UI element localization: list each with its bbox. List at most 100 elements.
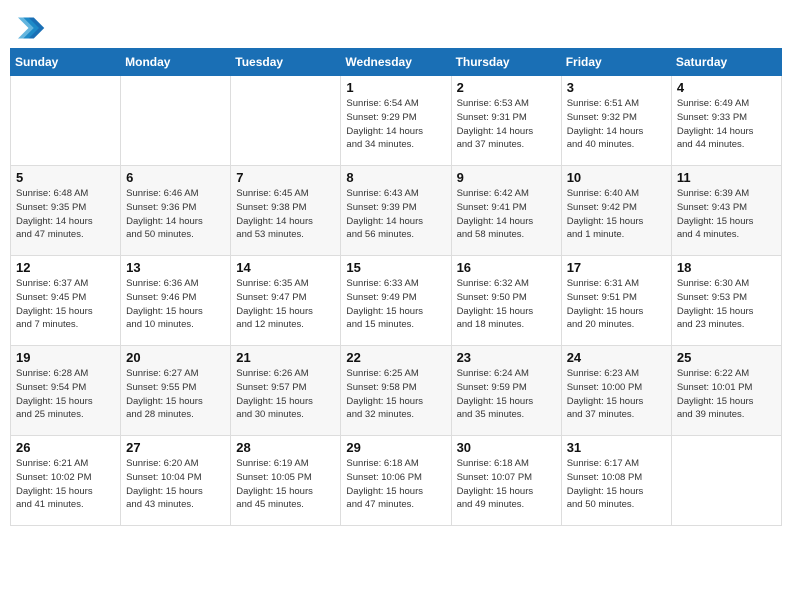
day-cell: 29Sunrise: 6:18 AM Sunset: 10:06 PM Dayl… <box>341 436 451 526</box>
weekday-header-sunday: Sunday <box>11 49 121 76</box>
day-cell: 11 Sunrise: 6:39 AM Sunset: 9:43 PM Dayli… <box>671 166 781 256</box>
day-number: 4 <box>677 80 776 95</box>
day-cell: 8 Sunrise: 6:43 AM Sunset: 9:39 PM Daylig… <box>341 166 451 256</box>
calendar-table: SundayMondayTuesdayWednesdayThursdayFrid… <box>10 48 782 526</box>
day-info: Sunrise: 6:25 AM Sunset: 9:58 PM Dayligh… <box>346 367 445 422</box>
day-cell: 3Sunrise: 6:51 AM Sunset: 9:32 PM Daylig… <box>561 76 671 166</box>
day-info: Sunrise: 6:45 AM Sunset: 9:38 PM Dayligh… <box>236 187 335 242</box>
weekday-header-monday: Monday <box>121 49 231 76</box>
weekday-header-friday: Friday <box>561 49 671 76</box>
day-info: Sunrise: 6:30 AM Sunset: 9:53 PM Dayligh… <box>677 277 776 332</box>
day-cell: 12 Sunrise: 6:37 AM Sunset: 9:45 PM Dayli… <box>11 256 121 346</box>
day-info: Sunrise: 6:40 AM Sunset: 9:42 PM Dayligh… <box>567 187 666 242</box>
day-info: Sunrise: 6:37 AM Sunset: 9:45 PM Dayligh… <box>16 277 115 332</box>
week-row-1: 1Sunrise: 6:54 AM Sunset: 9:29 PM Daylig… <box>11 76 782 166</box>
day-number: 6 <box>126 170 225 185</box>
day-cell: 4Sunrise: 6:49 AM Sunset: 9:33 PM Daylig… <box>671 76 781 166</box>
day-info: Sunrise: 6:36 AM Sunset: 9:46 PM Dayligh… <box>126 277 225 332</box>
logo <box>18 14 50 42</box>
week-row-5: 26 Sunrise: 6:21 AM Sunset: 10:02 PM Dayl… <box>11 436 782 526</box>
day-info: Sunrise: 6:42 AM Sunset: 9:41 PM Dayligh… <box>457 187 556 242</box>
week-row-2: 5Sunrise: 6:48 AM Sunset: 9:35 PM Daylig… <box>11 166 782 256</box>
day-number: 26 <box>16 440 115 455</box>
day-cell: 5Sunrise: 6:48 AM Sunset: 9:35 PM Daylig… <box>11 166 121 256</box>
day-cell: 15 Sunrise: 6:33 AM Sunset: 9:49 PM Dayli… <box>341 256 451 346</box>
day-info: Sunrise: 6:18 AM Sunset: 10:07 PM Daylig… <box>457 457 556 512</box>
day-cell: 21 Sunrise: 6:26 AM Sunset: 9:57 PM Dayli… <box>231 346 341 436</box>
day-info: Sunrise: 6:24 AM Sunset: 9:59 PM Dayligh… <box>457 367 556 422</box>
day-cell <box>231 76 341 166</box>
day-cell <box>671 436 781 526</box>
day-info: Sunrise: 6:35 AM Sunset: 9:47 PM Dayligh… <box>236 277 335 332</box>
page: SundayMondayTuesdayWednesdayThursdayFrid… <box>0 0 792 612</box>
day-cell: 19 Sunrise: 6:28 AM Sunset: 9:54 PM Dayli… <box>11 346 121 436</box>
day-number: 14 <box>236 260 335 275</box>
day-cell: 16 Sunrise: 6:32 AM Sunset: 9:50 PM Dayli… <box>451 256 561 346</box>
day-info: Sunrise: 6:53 AM Sunset: 9:31 PM Dayligh… <box>457 97 556 152</box>
day-number: 23 <box>457 350 556 365</box>
day-cell: 1Sunrise: 6:54 AM Sunset: 9:29 PM Daylig… <box>341 76 451 166</box>
week-row-4: 19 Sunrise: 6:28 AM Sunset: 9:54 PM Dayli… <box>11 346 782 436</box>
day-cell: 13Sunrise: 6:36 AM Sunset: 9:46 PM Dayli… <box>121 256 231 346</box>
day-number: 5 <box>16 170 115 185</box>
weekday-header-thursday: Thursday <box>451 49 561 76</box>
day-cell: 27 Sunrise: 6:20 AM Sunset: 10:04 PM Dayl… <box>121 436 231 526</box>
day-cell: 7 Sunrise: 6:45 AM Sunset: 9:38 PM Daylig… <box>231 166 341 256</box>
weekday-header-tuesday: Tuesday <box>231 49 341 76</box>
day-cell: 14 Sunrise: 6:35 AM Sunset: 9:47 PM Dayli… <box>231 256 341 346</box>
day-number: 9 <box>457 170 556 185</box>
day-number: 8 <box>346 170 445 185</box>
day-number: 3 <box>567 80 666 95</box>
day-cell: 6 Sunrise: 6:46 AM Sunset: 9:36 PM Daylig… <box>121 166 231 256</box>
day-number: 25 <box>677 350 776 365</box>
day-cell: 2 Sunrise: 6:53 AM Sunset: 9:31 PM Daylig… <box>451 76 561 166</box>
day-number: 22 <box>346 350 445 365</box>
day-cell: 24 Sunrise: 6:23 AM Sunset: 10:00 PM Dayl… <box>561 346 671 436</box>
day-cell: 20 Sunrise: 6:27 AM Sunset: 9:55 PM Dayli… <box>121 346 231 436</box>
day-info: Sunrise: 6:33 AM Sunset: 9:49 PM Dayligh… <box>346 277 445 332</box>
day-cell: 9 Sunrise: 6:42 AM Sunset: 9:41 PM Daylig… <box>451 166 561 256</box>
day-number: 27 <box>126 440 225 455</box>
day-cell: 10 Sunrise: 6:40 AM Sunset: 9:42 PM Dayli… <box>561 166 671 256</box>
day-number: 20 <box>126 350 225 365</box>
day-number: 12 <box>16 260 115 275</box>
day-number: 15 <box>346 260 445 275</box>
day-cell: 31Sunrise: 6:17 AM Sunset: 10:08 PM Dayl… <box>561 436 671 526</box>
weekday-header-wednesday: Wednesday <box>341 49 451 76</box>
day-number: 1 <box>346 80 445 95</box>
day-info: Sunrise: 6:26 AM Sunset: 9:57 PM Dayligh… <box>236 367 335 422</box>
weekday-header-saturday: Saturday <box>671 49 781 76</box>
day-cell: 28Sunrise: 6:19 AM Sunset: 10:05 PM Dayl… <box>231 436 341 526</box>
day-info: Sunrise: 6:20 AM Sunset: 10:04 PM Daylig… <box>126 457 225 512</box>
day-number: 10 <box>567 170 666 185</box>
day-number: 19 <box>16 350 115 365</box>
day-number: 2 <box>457 80 556 95</box>
day-number: 16 <box>457 260 556 275</box>
day-info: Sunrise: 6:21 AM Sunset: 10:02 PM Daylig… <box>16 457 115 512</box>
logo-icon <box>18 14 46 42</box>
day-info: Sunrise: 6:27 AM Sunset: 9:55 PM Dayligh… <box>126 367 225 422</box>
day-cell: 30Sunrise: 6:18 AM Sunset: 10:07 PM Dayl… <box>451 436 561 526</box>
header <box>0 0 792 48</box>
day-cell: 25 Sunrise: 6:22 AM Sunset: 10:01 PM Dayl… <box>671 346 781 436</box>
day-info: Sunrise: 6:46 AM Sunset: 9:36 PM Dayligh… <box>126 187 225 242</box>
day-info: Sunrise: 6:23 AM Sunset: 10:00 PM Daylig… <box>567 367 666 422</box>
day-info: Sunrise: 6:43 AM Sunset: 9:39 PM Dayligh… <box>346 187 445 242</box>
day-number: 11 <box>677 170 776 185</box>
day-info: Sunrise: 6:32 AM Sunset: 9:50 PM Dayligh… <box>457 277 556 332</box>
day-info: Sunrise: 6:22 AM Sunset: 10:01 PM Daylig… <box>677 367 776 422</box>
day-number: 24 <box>567 350 666 365</box>
day-info: Sunrise: 6:39 AM Sunset: 9:43 PM Dayligh… <box>677 187 776 242</box>
day-info: Sunrise: 6:18 AM Sunset: 10:06 PM Daylig… <box>346 457 445 512</box>
day-number: 18 <box>677 260 776 275</box>
day-number: 7 <box>236 170 335 185</box>
day-info: Sunrise: 6:31 AM Sunset: 9:51 PM Dayligh… <box>567 277 666 332</box>
day-cell <box>121 76 231 166</box>
day-cell: 17 Sunrise: 6:31 AM Sunset: 9:51 PM Dayli… <box>561 256 671 346</box>
day-info: Sunrise: 6:28 AM Sunset: 9:54 PM Dayligh… <box>16 367 115 422</box>
day-cell: 26 Sunrise: 6:21 AM Sunset: 10:02 PM Dayl… <box>11 436 121 526</box>
day-cell: 22 Sunrise: 6:25 AM Sunset: 9:58 PM Dayli… <box>341 346 451 436</box>
day-number: 17 <box>567 260 666 275</box>
weekday-header-row: SundayMondayTuesdayWednesdayThursdayFrid… <box>11 49 782 76</box>
day-number: 21 <box>236 350 335 365</box>
